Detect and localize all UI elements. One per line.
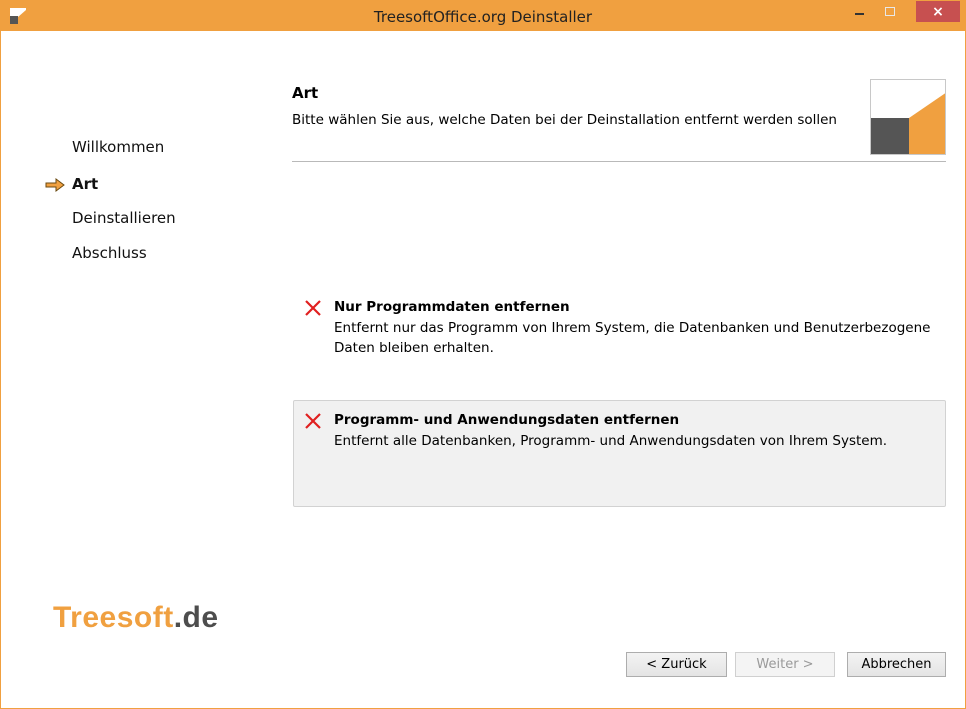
brand-logo-text: Treesoft.de	[53, 601, 219, 635]
maximize-icon	[885, 7, 895, 16]
close-button[interactable]: ×	[916, 1, 960, 22]
minimize-button[interactable]	[845, 1, 873, 22]
brand-part2: .de	[173, 601, 219, 634]
arrow-right-icon	[45, 178, 65, 192]
red-x-icon	[305, 300, 321, 316]
installer-window: TreesoftOffice.org Deinstaller × Willkom…	[0, 0, 966, 709]
close-icon: ×	[932, 3, 944, 20]
sidebar-item-art: Art	[72, 175, 99, 193]
page-description: Bitte wählen Sie aus, welche Daten bei d…	[292, 112, 837, 128]
header-logo	[870, 79, 946, 155]
cancel-button[interactable]: Abbrechen	[847, 652, 946, 677]
option-title: Programm- und Anwendungsdaten entfernen	[334, 412, 680, 428]
option-title: Nur Programmdaten entfernen	[334, 299, 570, 315]
brand-part1: Treesoft	[53, 601, 174, 634]
maximize-button[interactable]	[876, 1, 904, 22]
logo-graphic	[871, 93, 945, 154]
red-x-icon	[305, 413, 321, 429]
window-title: TreesoftOffice.org Deinstaller	[373, 8, 593, 26]
minimize-icon	[854, 12, 864, 15]
sidebar-item-willkommen: Willkommen	[72, 138, 165, 156]
option-all-data[interactable]: Programm- und Anwendungsdaten entfernen …	[293, 400, 946, 507]
next-button[interactable]: Weiter >	[735, 652, 835, 677]
sidebar-item-deinstallieren: Deinstallieren	[72, 209, 176, 227]
option-description: Entfernt nur das Programm von Ihrem Syst…	[334, 320, 931, 356]
page-title: Art	[292, 84, 319, 102]
sidebar-item-abschluss: Abschluss	[72, 244, 147, 262]
header-divider	[292, 161, 946, 162]
title-bar[interactable]: TreesoftOffice.org Deinstaller ×	[1, 1, 965, 31]
back-button[interactable]: < Zurück	[626, 652, 727, 677]
option-description: Entfernt alle Datenbanken, Programm- und…	[334, 433, 888, 449]
option-program-data[interactable]: Nur Programmdaten entfernen Entfernt nur…	[293, 287, 946, 394]
